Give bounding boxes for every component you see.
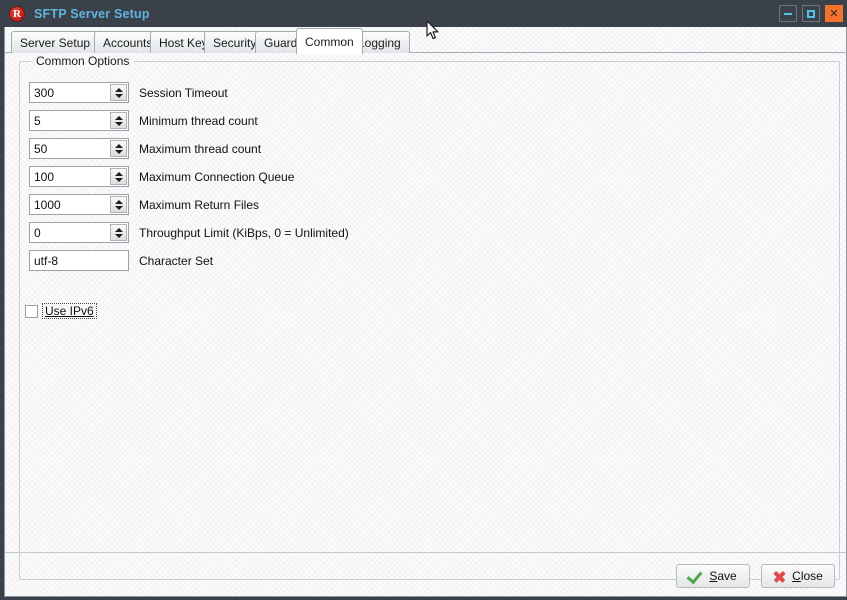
session-timeout-value: 300 [34, 85, 55, 100]
close-dialog-button[interactable]: Close [761, 564, 835, 588]
save-button[interactable]: Save [676, 564, 750, 588]
tab-strip: Server Setup Accounts Host Key Security … [5, 27, 847, 54]
maximum-return-files-value: 1000 [34, 197, 61, 212]
row-maximum-return-files: 1000 Maximum Return Files [29, 194, 259, 215]
save-button-label: Save [709, 569, 737, 583]
group-title: Common Options [31, 54, 134, 68]
x-icon [773, 570, 786, 583]
common-options-group: Common Options 300 Session Timeout 5 Min… [19, 54, 840, 580]
session-timeout-label: Session Timeout [139, 85, 228, 100]
minimum-thread-count-spinner[interactable] [110, 112, 127, 129]
tab-common[interactable]: Common [296, 28, 363, 54]
character-set-value: utf-8 [34, 253, 59, 268]
client-area: Server Setup Accounts Host Key Security … [4, 27, 847, 597]
row-maximum-connection-queue: 100 Maximum Connection Queue [29, 166, 294, 187]
close-button-label: Close [792, 569, 823, 583]
use-ipv6-row: Use IPv6 [25, 303, 97, 319]
row-throughput-limit: 0 Throughput Limit (KiBps, 0 = Unlimited… [29, 222, 349, 243]
minimum-thread-count-value: 5 [34, 113, 41, 128]
footer-buttons: Save Close [676, 564, 835, 588]
tab-server-setup[interactable]: Server Setup [11, 31, 100, 53]
maximum-connection-queue-input[interactable]: 100 [29, 166, 129, 187]
row-minimum-thread-count: 5 Minimum thread count [29, 110, 258, 131]
throughput-limit-label: Throughput Limit (KiBps, 0 = Unlimited) [139, 225, 349, 240]
spinner-up-icon [114, 87, 123, 92]
maximum-connection-queue-label: Maximum Connection Queue [139, 169, 295, 184]
minimum-thread-count-input[interactable]: 5 [29, 110, 129, 131]
maximum-return-files-input[interactable]: 1000 [29, 194, 129, 215]
minimize-button[interactable] [779, 5, 797, 22]
maximum-connection-queue-spinner[interactable] [110, 168, 127, 185]
maximize-icon [807, 9, 815, 18]
character-set-label: Character Set [139, 253, 214, 268]
spinner-up-icon [114, 143, 123, 148]
spinner-up-icon [114, 115, 123, 120]
spinner-down-icon [114, 93, 123, 98]
minimum-thread-count-label: Minimum thread count [139, 113, 258, 128]
row-maximum-thread-count: 50 Maximum thread count [29, 138, 261, 159]
maximum-thread-count-input[interactable]: 50 [29, 138, 129, 159]
footer-bar: Save Close [5, 552, 846, 596]
use-ipv6-label[interactable]: Use IPv6 [42, 303, 97, 319]
maximize-button[interactable] [802, 5, 820, 22]
close-button[interactable]: ✕ [825, 5, 843, 22]
spinner-down-icon [114, 205, 123, 210]
window-controls: ✕ [779, 5, 843, 22]
spinner-down-icon [114, 233, 123, 238]
minimize-icon [784, 12, 792, 15]
maximum-thread-count-label: Maximum thread count [139, 141, 262, 156]
row-character-set: utf-8 Character Set [29, 250, 213, 271]
spinner-up-icon [114, 199, 123, 204]
window-title: SFTP Server Setup [34, 6, 150, 21]
title-bar: R SFTP Server Setup ✕ [2, 0, 847, 27]
spinner-down-icon [114, 121, 123, 126]
character-set-input[interactable]: utf-8 [29, 250, 129, 271]
use-ipv6-checkbox[interactable] [25, 304, 38, 318]
maximum-connection-queue-value: 100 [34, 169, 55, 184]
throughput-limit-value: 0 [34, 225, 41, 240]
close-icon: ✕ [829, 7, 839, 20]
spinner-down-icon [114, 149, 123, 154]
application-window: R SFTP Server Setup ✕ Server Setup Accou… [0, 0, 847, 600]
maximum-return-files-label: Maximum Return Files [139, 197, 260, 212]
session-timeout-spinner[interactable] [110, 84, 127, 101]
maximum-thread-count-value: 50 [34, 141, 48, 156]
row-session-timeout: 300 Session Timeout [29, 82, 228, 103]
maximum-return-files-spinner[interactable] [110, 196, 127, 213]
session-timeout-input[interactable]: 300 [29, 82, 129, 103]
check-icon [689, 570, 703, 582]
app-r-icon: R [9, 5, 25, 22]
throughput-limit-spinner[interactable] [110, 224, 127, 241]
throughput-limit-input[interactable]: 0 [29, 222, 129, 243]
spinner-down-icon [114, 177, 123, 182]
spinner-up-icon [114, 227, 123, 232]
spinner-up-icon [114, 171, 123, 176]
maximum-thread-count-spinner[interactable] [110, 140, 127, 157]
